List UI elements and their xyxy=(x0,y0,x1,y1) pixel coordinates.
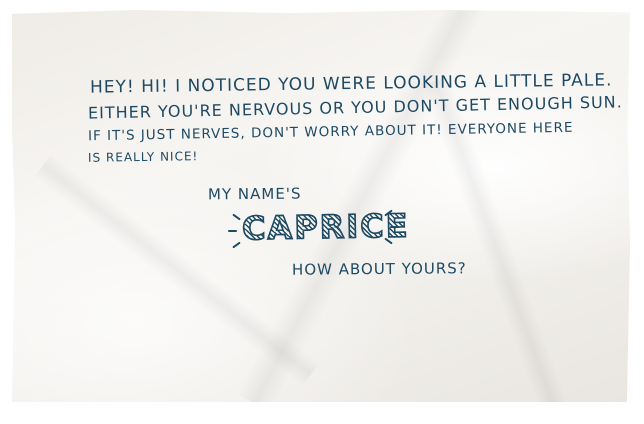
name-intro: MY NAME'S xyxy=(207,184,302,204)
emphasis-mark xyxy=(228,230,237,232)
speaker-name: CAPRICE xyxy=(241,206,411,249)
name-emphasis: CAPRICE xyxy=(228,206,411,254)
emphasis-mark xyxy=(232,213,241,221)
emphasis-mark xyxy=(390,226,399,228)
name-question: HOW ABOUT YOURS? xyxy=(291,259,467,279)
emphasis-mark xyxy=(232,241,241,249)
note-line-nice: IS REALLY NICE! xyxy=(87,149,199,165)
